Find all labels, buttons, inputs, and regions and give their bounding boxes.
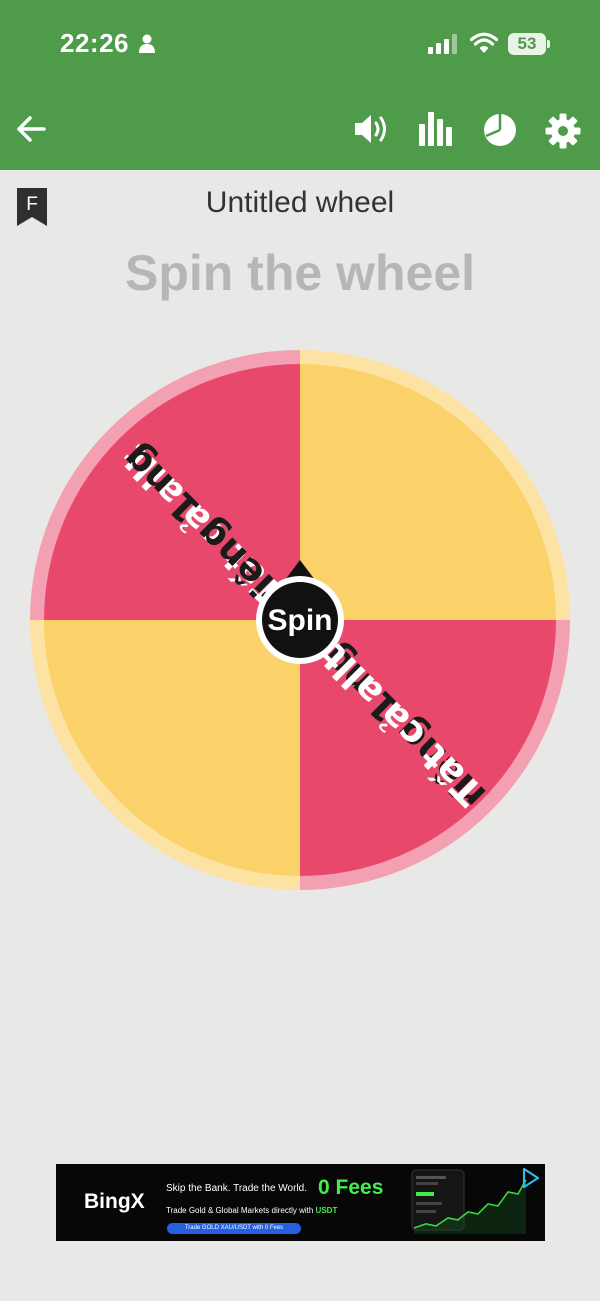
person-icon [139,34,155,53]
back-button[interactable] [14,114,48,148]
app-header: 22:26 53 [0,0,600,170]
stats-button[interactable] [417,110,453,152]
wheel-segment [44,620,300,876]
wheel-segment [300,364,556,620]
ad-subtext: Trade Gold & Global Markets directly wit… [166,1206,338,1215]
ad-cta-button[interactable]: Trade GOLD XAU/USDT with 0 Fees [167,1223,301,1234]
pie-chart-icon [484,114,516,146]
ad-headline: Skip the Bank. Trade the World. [166,1183,308,1194]
spin-heading: Spin the wheel [124,245,476,301]
ad-highlight: 0 Fees [318,1176,384,1199]
ad-brand: BingX [84,1190,145,1213]
pie-chart-button[interactable] [482,112,518,152]
battery-tip [547,40,550,48]
stats-icon [419,112,452,146]
spin-button-label: Spin [268,604,333,637]
ad-subtext-accent: USDT [315,1206,338,1215]
wheel-title[interactable]: Untitled wheel [0,186,600,220]
battery-indicator: 53 [508,33,546,55]
status-time: 22:26 [60,28,129,58]
gear-icon [545,113,581,149]
signal-icon [428,34,457,54]
back-arrow-icon [17,116,46,142]
wifi-icon [470,32,498,53]
ad-choices-icon[interactable] [518,1166,542,1190]
settings-button[interactable] [544,112,582,154]
spin-wheel[interactable]: Tất cả allt riêng 1 ng Tất cả allt riêng… [30,350,570,890]
sound-button[interactable] [352,112,390,150]
ad-chart-graphic [411,1169,527,1234]
sound-icon [355,115,386,143]
ad-banner[interactable]: BingX Skip the Bank. Trade the World. 0 … [56,1164,545,1241]
